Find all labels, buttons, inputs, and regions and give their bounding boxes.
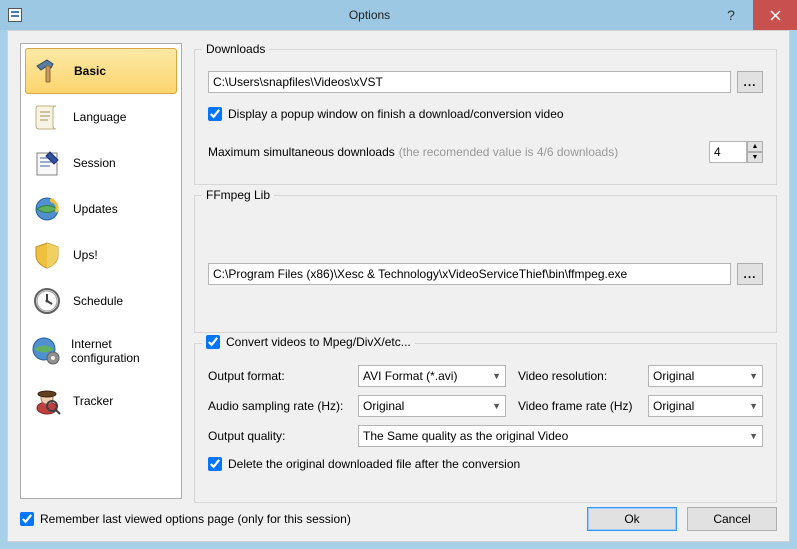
- spinner-value[interactable]: 4: [709, 141, 747, 163]
- sidebar-item-tracker[interactable]: Tracker: [25, 378, 177, 424]
- popup-checkbox[interactable]: [208, 107, 222, 121]
- close-button[interactable]: [753, 0, 797, 30]
- main-panel: Downloads ... Display a popup window on …: [194, 43, 777, 499]
- spinner-up-button[interactable]: ▲: [747, 141, 763, 152]
- sidebar-item-label: Internet configuration: [71, 337, 171, 366]
- spinner-down-button[interactable]: ▼: [747, 152, 763, 163]
- globe-refresh-icon: [31, 193, 63, 225]
- sidebar-item-label: Language: [73, 110, 126, 124]
- sidebar-item-label: Session: [73, 156, 116, 170]
- close-icon: [770, 10, 781, 21]
- max-downloads-label: Maximum simultaneous downloads: [208, 145, 395, 159]
- download-path-input[interactable]: [208, 71, 731, 93]
- sidebar-item-label: Tracker: [73, 394, 113, 408]
- sidebar-item-label: Basic: [74, 64, 106, 78]
- chevron-down-icon: ▼: [749, 431, 758, 441]
- chevron-down-icon: ▼: [492, 371, 501, 381]
- app-icon: [0, 8, 30, 22]
- hammer-icon: [32, 55, 64, 87]
- frame-rate-label: Video frame rate (Hz): [518, 399, 648, 413]
- chevron-down-icon: ▼: [492, 401, 501, 411]
- video-res-label: Video resolution:: [518, 369, 648, 383]
- quality-select[interactable]: The Same quality as the original Video ▼: [358, 425, 763, 447]
- sidebar-item-schedule[interactable]: Schedule: [25, 278, 177, 324]
- select-value: Original: [653, 369, 694, 383]
- audio-rate-select[interactable]: Original ▼: [358, 395, 506, 417]
- group-label: FFmpeg Lib: [202, 188, 274, 202]
- sidebar-item-internet[interactable]: Internet configuration: [25, 324, 177, 378]
- output-format-label: Output format:: [208, 369, 358, 383]
- convert-group: Convert videos to Mpeg/DivX/etc... Outpu…: [194, 343, 777, 503]
- chevron-down-icon: ▼: [749, 401, 758, 411]
- convert-label: Convert videos to Mpeg/DivX/etc...: [226, 335, 411, 349]
- group-label: Downloads: [202, 42, 269, 56]
- remember-label: Remember last viewed options page (only …: [40, 512, 351, 526]
- max-downloads-spinner[interactable]: 4 ▲ ▼: [709, 141, 763, 163]
- ok-button[interactable]: Ok: [587, 507, 677, 531]
- popup-label: Display a popup window on finish a downl…: [228, 107, 564, 121]
- cancel-button[interactable]: Cancel: [687, 507, 777, 531]
- convert-checkbox[interactable]: [206, 335, 220, 349]
- quality-label: Output quality:: [208, 429, 358, 443]
- sidebar-item-updates[interactable]: Updates: [25, 186, 177, 232]
- title-bar: Options ?: [0, 0, 797, 30]
- footer: Remember last viewed options page (only …: [20, 507, 777, 531]
- ffmpeg-group: FFmpeg Lib ...: [194, 195, 777, 333]
- remember-checkbox[interactable]: [20, 512, 34, 526]
- chevron-down-icon: ▼: [749, 371, 758, 381]
- spy-icon: [31, 385, 63, 417]
- sidebar-item-label: Schedule: [73, 294, 123, 308]
- sidebar-item-ups[interactable]: Ups!: [25, 232, 177, 278]
- select-value: Original: [363, 399, 404, 413]
- sidebar-item-language[interactable]: Language: [25, 94, 177, 140]
- shield-icon: [31, 239, 63, 271]
- sidebar-item-basic[interactable]: Basic: [25, 48, 177, 94]
- downloads-group: Downloads ... Display a popup window on …: [194, 49, 777, 185]
- video-res-select[interactable]: Original ▼: [648, 365, 763, 387]
- delete-original-checkbox[interactable]: [208, 457, 222, 471]
- sidebar: Basic Language Session Updates Ups!: [20, 43, 182, 499]
- max-downloads-hint: (the recomended value is 4/6 downloads): [399, 145, 618, 159]
- globe-gear-icon: [31, 335, 61, 367]
- output-format-select[interactable]: AVI Format (*.avi) ▼: [358, 365, 506, 387]
- audio-rate-label: Audio sampling rate (Hz):: [208, 399, 358, 413]
- delete-original-label: Delete the original downloaded file afte…: [228, 457, 520, 471]
- frame-rate-select[interactable]: Original ▼: [648, 395, 763, 417]
- notepad-icon: [31, 147, 63, 179]
- sidebar-item-session[interactable]: Session: [25, 140, 177, 186]
- select-value: Original: [653, 399, 694, 413]
- browse-download-button[interactable]: ...: [737, 71, 763, 93]
- sidebar-item-label: Ups!: [73, 248, 98, 262]
- select-value: AVI Format (*.avi): [363, 369, 457, 383]
- clock-icon: [31, 285, 63, 317]
- scroll-icon: [31, 101, 63, 133]
- select-value: The Same quality as the original Video: [363, 429, 568, 443]
- ffmpeg-path-input[interactable]: [208, 263, 731, 285]
- help-button[interactable]: ?: [709, 0, 753, 30]
- browse-ffmpeg-button[interactable]: ...: [737, 263, 763, 285]
- client-area: Basic Language Session Updates Ups!: [7, 30, 790, 542]
- window-title: Options: [30, 8, 709, 22]
- sidebar-item-label: Updates: [73, 202, 118, 216]
